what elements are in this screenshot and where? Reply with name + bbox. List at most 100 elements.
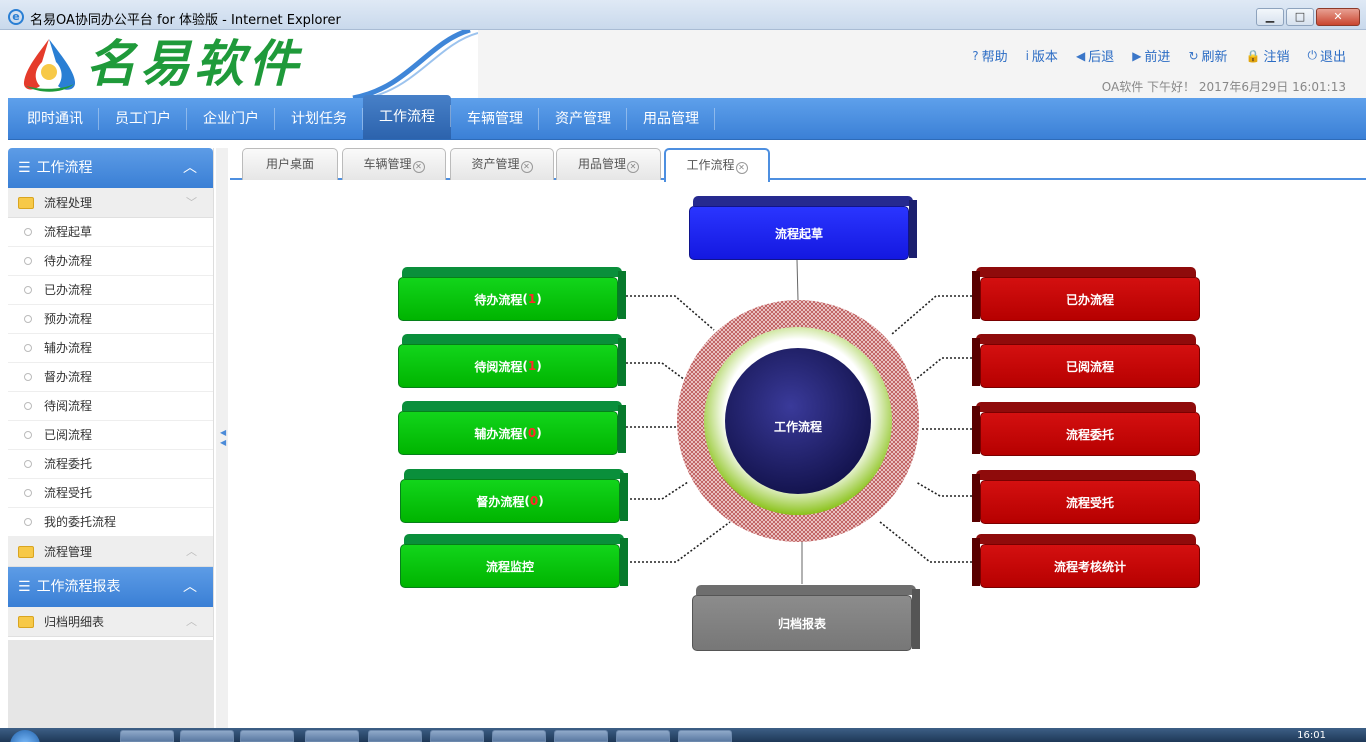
app-header: 名易软件 ? 帮助 i 版本 ◀ 后退 ▶ 前进 ↻ 刷新 🔒 注销 ⏻ 退出 OA软件 下午…	[8, 30, 1366, 98]
sidebar-section-reports[interactable]: ☰ 工作流程报表 ︿	[8, 567, 213, 607]
maximize-button[interactable]: □	[1286, 8, 1314, 26]
back-arrow-icon: ◀	[1075, 48, 1086, 63]
badge-count: 0	[529, 494, 539, 508]
tab-close-icon[interactable]: ✕	[520, 161, 533, 173]
close-button[interactable]: ✕	[1316, 8, 1360, 26]
top-links: ? 帮助 i 版本 ◀ 后退 ▶ 前进 ↻ 刷新 🔒 注销 ⏻ 退出	[972, 46, 1346, 65]
sidebar-group-process[interactable]: 流程处理 ﹀	[8, 188, 213, 218]
sidebar-item-delegated[interactable]: 流程受托	[8, 479, 213, 508]
nav-item-supplies[interactable]: 用品管理	[627, 98, 715, 139]
taskbar-app-6[interactable]	[430, 730, 484, 742]
sidebar-item-done[interactable]: 已办流程	[8, 276, 213, 305]
sidebar-item-pre[interactable]: 预办流程	[8, 305, 213, 334]
badge-count: 1	[527, 292, 537, 306]
tab-close-icon[interactable]: ✕	[627, 161, 639, 173]
chevron-up-icon: ︿	[183, 579, 197, 595]
bullet-icon	[24, 489, 32, 497]
taskbar-app-3[interactable]	[240, 730, 294, 742]
sidebar-item-todo[interactable]: 待办流程	[8, 247, 213, 276]
sidebar-item-toread[interactable]: 待阅流程	[8, 392, 213, 421]
bullet-icon	[24, 286, 32, 294]
folder-icon	[18, 196, 34, 209]
node-todo[interactable]: 待办流程(1)	[398, 267, 626, 321]
version-link[interactable]: i 版本	[1025, 46, 1058, 66]
bullet-icon	[24, 228, 32, 236]
node-monitor[interactable]: 流程监控	[400, 534, 628, 588]
sidebar-item-my-delegation[interactable]: 我的委托流程	[8, 508, 213, 537]
taskbar-app-ie[interactable]	[120, 730, 174, 742]
tab-workflow[interactable]: 工作流程 ✕	[664, 148, 770, 182]
sidebar-section-workflow[interactable]: ☰ 工作流程 ︿	[8, 148, 213, 188]
logout-link[interactable]: 🔒 注销	[1245, 46, 1290, 66]
node-archive-report[interactable]: 归档报表	[692, 585, 920, 651]
taskbar-app-explorer[interactable]	[180, 730, 234, 742]
chevron-up-icon: ︿	[186, 545, 197, 558]
nav-item-assets[interactable]: 资产管理	[539, 98, 627, 139]
taskbar-app-10[interactable]	[678, 730, 732, 742]
node-assist[interactable]: 辅办流程(0)	[398, 401, 626, 455]
lock-icon: 🔒	[1245, 48, 1261, 63]
nav-item-plan-tasks[interactable]: 计划任务	[275, 98, 363, 139]
forward-arrow-icon: ▶	[1132, 48, 1142, 63]
logo-icon	[23, 39, 76, 92]
taskbar-app-4[interactable]	[305, 730, 359, 742]
forward-link[interactable]: ▶ 前进	[1132, 46, 1170, 66]
sidebar-splitter[interactable]: ◀ ◀	[216, 148, 228, 728]
list-icon: ☰	[18, 579, 31, 595]
help-link[interactable]: ? 帮助	[972, 46, 1007, 66]
badge-count: 1	[527, 359, 537, 373]
sidebar-item-draft[interactable]: 流程起草	[8, 218, 213, 247]
main-nav: 即时通讯 员工门户 企业门户 计划任务 工作流程 车辆管理 资产管理 用品管理	[8, 95, 1366, 140]
sidebar-group-management[interactable]: 流程管理 ︿	[8, 537, 213, 567]
taskbar-app-7[interactable]	[492, 730, 546, 742]
tab-close-icon[interactable]: ✕	[412, 161, 425, 173]
refresh-link[interactable]: ↻ 刷新	[1188, 46, 1227, 66]
taskbar-app-9[interactable]	[616, 730, 670, 742]
node-draft[interactable]: 流程起草	[689, 196, 917, 260]
nav-item-vehicles[interactable]: 车辆管理	[451, 98, 539, 139]
tab-vehicles[interactable]: 车辆管理 ✕	[342, 148, 446, 180]
window-controls: ▁ □ ✕	[1256, 8, 1360, 26]
bullet-icon	[24, 315, 32, 323]
ie-icon: e	[8, 9, 24, 25]
center-workflow-hub[interactable]: 工作流程	[748, 418, 848, 435]
chevron-up-icon: ︿	[183, 160, 197, 176]
nav-item-workflow[interactable]: 工作流程	[363, 95, 451, 139]
taskbar-app-5[interactable]	[368, 730, 422, 742]
sidebar-item-supervise[interactable]: 督办流程	[8, 363, 213, 392]
refresh-icon: ↻	[1188, 48, 1199, 63]
node-assessment-stats[interactable]: 流程考核统计	[972, 534, 1200, 588]
nav-item-enterprise-portal[interactable]: 企业门户	[187, 98, 275, 139]
node-delegate[interactable]: 流程委托	[972, 402, 1200, 456]
help-icon: ?	[972, 48, 979, 63]
tab-assets[interactable]: 资产管理 ✕	[450, 148, 554, 180]
start-button[interactable]	[10, 730, 40, 742]
back-link[interactable]: ◀ 后退	[1075, 46, 1114, 66]
node-done[interactable]: 已办流程	[972, 267, 1200, 321]
tab-user-desktop[interactable]: 用户桌面	[242, 148, 338, 180]
minimize-button[interactable]: ▁	[1256, 8, 1284, 26]
greeting-datetime: OA软件 下午好！ 2017年6月29日 16:01:13	[1101, 80, 1346, 94]
exit-link[interactable]: ⏻ 退出	[1307, 46, 1346, 65]
sidebar-item-assist[interactable]: 辅办流程	[8, 334, 213, 363]
node-read[interactable]: 已阅流程	[972, 334, 1200, 388]
bullet-icon	[24, 373, 32, 381]
tab-close-icon[interactable]: ✕	[735, 162, 748, 174]
nav-item-im[interactable]: 即时通讯	[11, 98, 99, 139]
bullet-icon	[24, 402, 32, 410]
bullet-icon	[24, 460, 32, 468]
node-toread[interactable]: 待阅流程(1)	[398, 334, 626, 388]
chevron-down-icon: ﹀	[186, 196, 197, 209]
sidebar-item-read[interactable]: 已阅流程	[8, 421, 213, 450]
nav-item-employee-portal[interactable]: 员工门户	[99, 98, 187, 139]
info-icon: i	[1025, 48, 1029, 63]
sidebar-item-delegate[interactable]: 流程委托	[8, 450, 213, 479]
tab-supplies[interactable]: 用品管理 ✕	[556, 148, 661, 180]
folder-icon	[18, 545, 34, 558]
node-delegated[interactable]: 流程受托	[972, 470, 1200, 524]
tab-strip: 用户桌面 车辆管理 ✕ 资产管理 ✕ 用品管理 ✕ 工作流程 ✕	[230, 148, 1366, 182]
taskbar-app-8[interactable]	[554, 730, 608, 742]
node-supervise[interactable]: 督办流程(0)	[400, 469, 628, 523]
taskbar-clock: 16:01	[1297, 730, 1326, 741]
sidebar-group-archive[interactable]: 归档明细表 ︿	[8, 607, 213, 637]
